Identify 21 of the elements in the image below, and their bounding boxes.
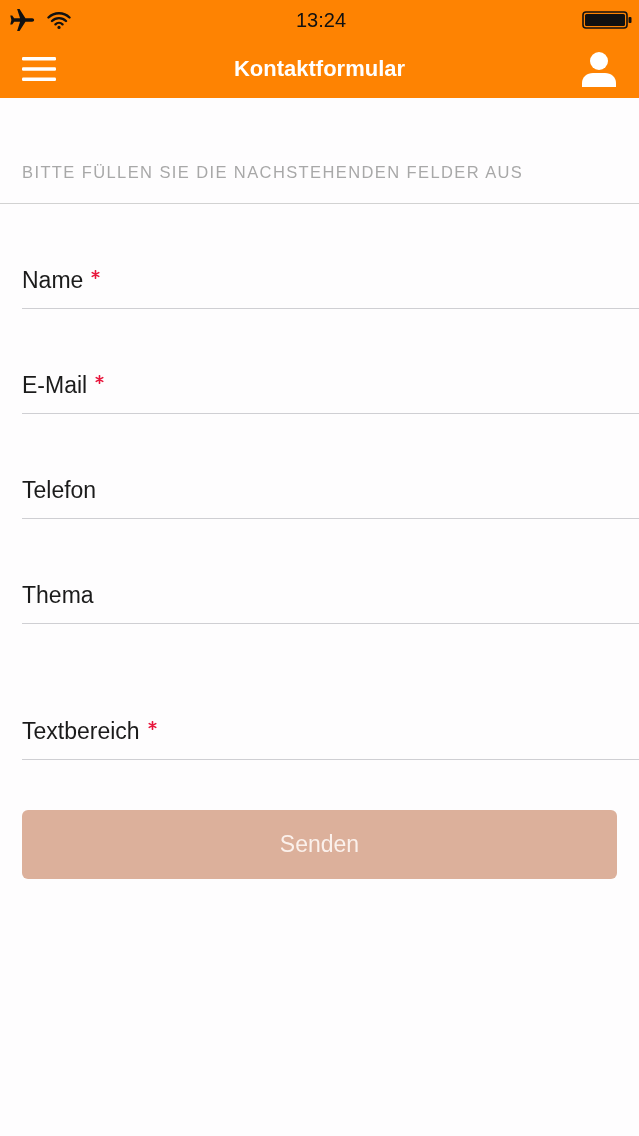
text-area[interactable]: Textbereich [22,624,639,760]
field-label: Thema [22,581,94,609]
person-icon[interactable] [581,51,617,87]
input-field[interactable]: E-Mail [22,309,639,414]
wifi-icon [47,11,71,29]
asterisk-icon [95,375,105,384]
field-label: Textbereich [22,717,140,745]
airplane-icon [10,9,35,31]
battery-icon [582,11,632,29]
input-field[interactable]: Name [22,204,639,309]
asterisk-icon [147,721,157,730]
field-label: Name [22,266,84,294]
input-field[interactable]: Telefon [22,414,639,519]
menu-icon[interactable] [22,56,56,82]
input-field[interactable]: Thema [22,519,639,624]
field-label: Telefon [22,476,97,504]
status-time: 13:24 [295,8,347,32]
asterisk-icon [91,270,101,279]
page-title: Kontaktformular [233,56,406,82]
form-instruction: BITTE FÜLLEN SIE DIE NACHSTEHENDEN FELDER AUS [22,162,524,183]
field-label: E-Mail [22,371,88,399]
